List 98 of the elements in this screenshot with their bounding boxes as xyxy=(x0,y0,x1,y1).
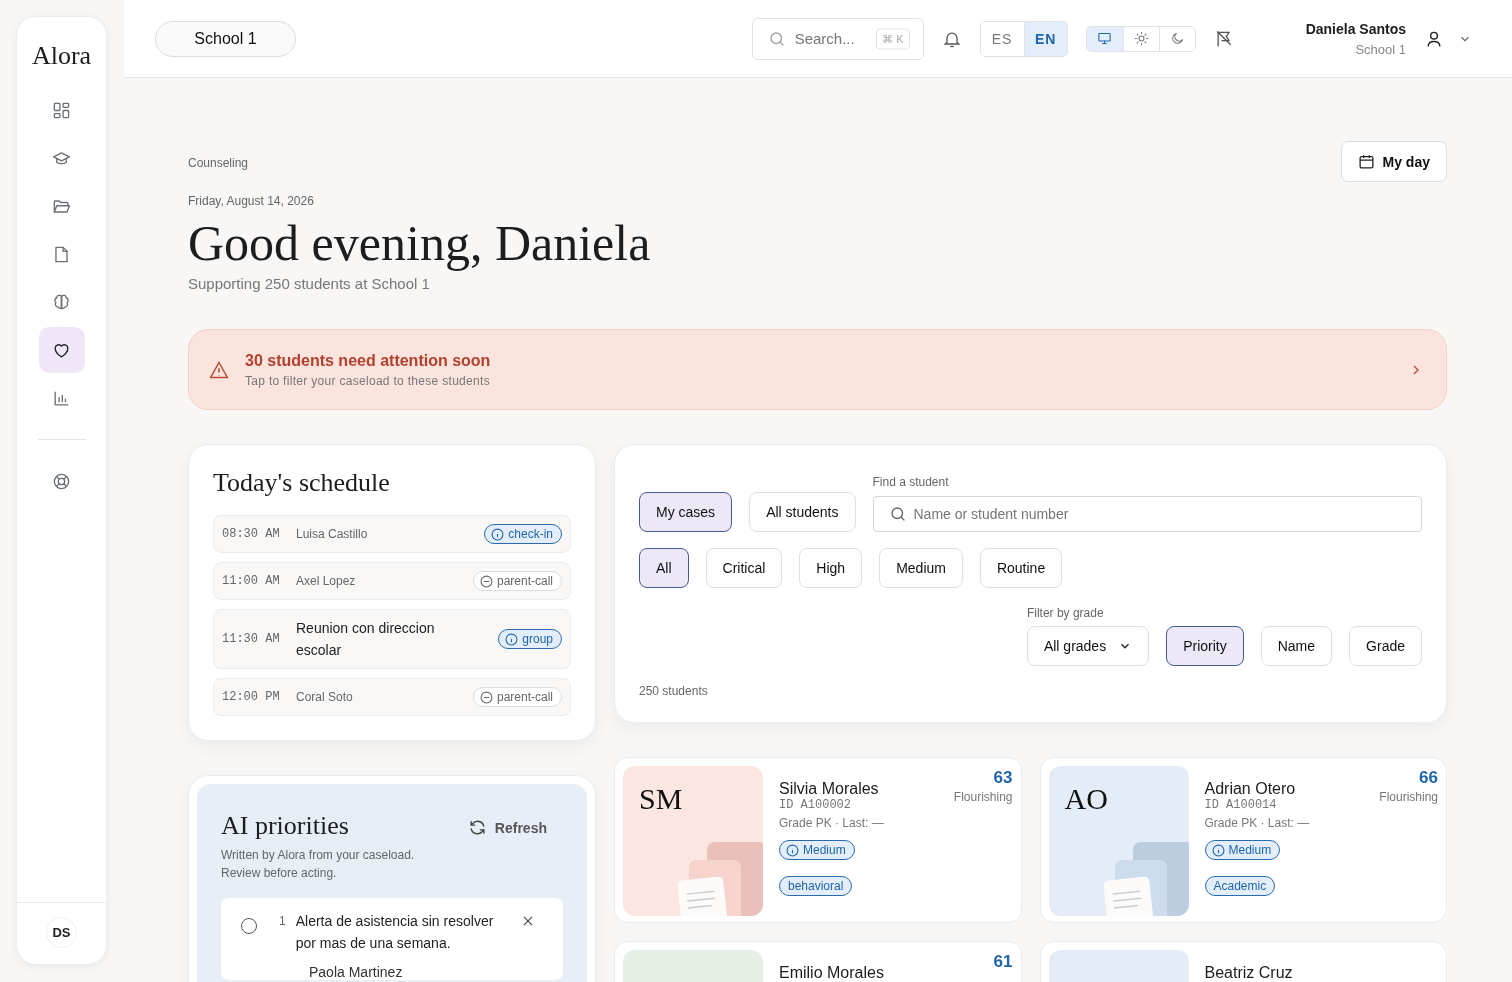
subtitle: Supporting 250 students at School 1 xyxy=(188,274,431,294)
time-label: 11:30 AM xyxy=(222,632,280,646)
time-label: 11:00 AM xyxy=(222,574,280,588)
shortcut-hint: ⌘ K xyxy=(876,28,910,49)
time-label: 12:00 PM xyxy=(222,690,280,704)
card-title: AI priorities xyxy=(221,810,350,842)
school-selector[interactable]: School 1 xyxy=(155,20,296,57)
warning-icon xyxy=(209,359,229,380)
student-id: ID A100002 xyxy=(779,798,851,812)
item-number: 1 xyxy=(279,913,286,930)
event-name: Coral Soto xyxy=(296,690,354,704)
priority-text: Alerta de asistencia sin resolver por mas de una semana. xyxy=(295,912,495,953)
priority-filter[interactable]: Medium xyxy=(879,548,963,588)
priority-filter[interactable]: High xyxy=(799,548,863,588)
wellbeing-status: Flourishing xyxy=(953,790,1013,804)
my-day-button[interactable]: My day xyxy=(1340,141,1447,182)
alert-banner[interactable]: 30 students need attention soon Tap to filter your caseload to these students xyxy=(188,329,1447,410)
student-card[interactable]: AO Adrian Otero 66 Flourishing ID A100014 Grade PK · Last: — Medium Academic xyxy=(1039,757,1447,923)
card-subtitle: Written by Alora from your caseload. Review before acting. xyxy=(221,847,416,882)
student-card[interactable]: Emilio Morales 61 xyxy=(614,941,1022,982)
alert-title: 30 students need attention soon xyxy=(245,351,492,370)
student-card[interactable]: Beatriz Cruz xyxy=(1039,941,1447,982)
theme-option[interactable] xyxy=(1158,26,1195,51)
student-id: ID A100014 xyxy=(1204,798,1277,812)
scope-toggle[interactable]: All students xyxy=(749,492,856,532)
sort-option[interactable]: Name xyxy=(1260,626,1333,666)
nav-item[interactable] xyxy=(38,327,85,373)
info-icon xyxy=(491,527,505,541)
section-label: Counseling xyxy=(188,155,250,171)
wellbeing-score: 61 xyxy=(993,952,1013,972)
user-school: School 1 xyxy=(1355,41,1406,57)
date-label: Friday, August 14, 2026 xyxy=(188,193,315,209)
alert-subtitle: Tap to filter your caseload to these students xyxy=(245,373,491,388)
student-meta: Grade PK · Last: — xyxy=(779,816,884,830)
sort-option[interactable]: Priority xyxy=(1166,626,1244,666)
tag-label: Medium xyxy=(1228,843,1272,857)
schedule-row[interactable]: 08:30 AM Luisa Castillo check-in xyxy=(213,515,571,553)
refresh-button[interactable]: Refresh xyxy=(467,818,563,837)
category-tag: behavioral xyxy=(779,876,853,896)
time-label: 08:30 AM xyxy=(222,527,280,541)
brain-icon xyxy=(52,292,71,312)
scope-toggle[interactable]: My cases xyxy=(639,492,733,532)
tag-label: parent-call xyxy=(496,690,553,704)
student-name: Silvia Morales xyxy=(779,780,879,798)
student-count: 250 students xyxy=(639,684,709,698)
sort-option[interactable]: Grade xyxy=(1349,626,1422,666)
minus-circle-icon xyxy=(479,690,493,704)
user-name: Daniela Santos xyxy=(1305,20,1406,37)
grade-select[interactable]: All grades xyxy=(1026,626,1150,666)
student-meta: Grade PK · Last: — xyxy=(1204,816,1310,830)
wellbeing-score: 63 xyxy=(993,768,1013,788)
app-logo: Alora xyxy=(31,41,92,71)
search-icon xyxy=(888,505,907,523)
theme-option[interactable] xyxy=(1086,26,1123,51)
priority-filter[interactable]: Routine xyxy=(979,548,1063,588)
event-name: Luisa Castillo xyxy=(296,527,369,541)
schedule-row[interactable]: 11:00 AM Axel Lopez parent-call xyxy=(213,562,571,600)
schedule-row[interactable]: 11:30 AM Reunion con direccion escolar group xyxy=(213,609,571,669)
refresh-icon xyxy=(467,818,487,837)
file-icon xyxy=(52,244,71,264)
monitor-icon xyxy=(1097,31,1113,46)
wellbeing-status: Flourishing xyxy=(1379,790,1438,804)
student-name: Beatriz Cruz xyxy=(1204,964,1293,982)
user-avatar[interactable]: DS xyxy=(46,917,77,948)
priority-filter[interactable]: All xyxy=(639,548,689,588)
close-icon xyxy=(521,914,535,928)
tag-label: group xyxy=(522,632,553,646)
student-name: Emilio Morales xyxy=(779,964,884,982)
lifebuoy-icon xyxy=(52,471,71,491)
card-title: Today's schedule xyxy=(213,467,391,499)
student-name: Adrian Otero xyxy=(1204,780,1296,798)
info-icon xyxy=(505,632,519,646)
info-icon xyxy=(786,843,799,857)
student-card[interactable]: SM Silvia Morales 63 Flourishing ID A100002 Grade PK · Last: — Medium behavioral xyxy=(614,757,1022,923)
wellbeing-score: 66 xyxy=(1419,768,1438,788)
tag-label: parent-call xyxy=(496,574,553,588)
tag-label: Medium xyxy=(803,843,846,857)
language-option[interactable]: EN xyxy=(1023,21,1067,56)
priority-filter[interactable]: Critical xyxy=(705,548,783,588)
student-initials: AO xyxy=(1064,782,1108,816)
calendar-icon xyxy=(1357,153,1375,170)
student-name: Paola Martinez xyxy=(309,964,404,980)
search-icon xyxy=(767,29,786,48)
sun-icon xyxy=(1133,31,1149,46)
moon-icon xyxy=(1169,31,1185,46)
greeting-heading: Good evening, Daniela xyxy=(188,215,651,271)
field-label: Filter by grade xyxy=(1026,606,1105,620)
student-initials: SM xyxy=(639,782,683,816)
minus-circle-icon xyxy=(479,574,493,588)
info-icon xyxy=(1211,843,1225,857)
schedule-row[interactable]: 12:00 PM Coral Soto parent-call xyxy=(213,678,571,716)
event-name: Axel Lopez xyxy=(296,574,357,588)
dashboard-icon xyxy=(52,100,71,120)
field-label: Find a student xyxy=(872,475,950,489)
tag-label: check-in xyxy=(508,527,553,541)
event-name: Reunion con direccion escolar xyxy=(296,619,436,660)
student-search-field[interactable]: Name or student number xyxy=(872,496,1422,532)
category-tag: Academic xyxy=(1204,876,1276,896)
